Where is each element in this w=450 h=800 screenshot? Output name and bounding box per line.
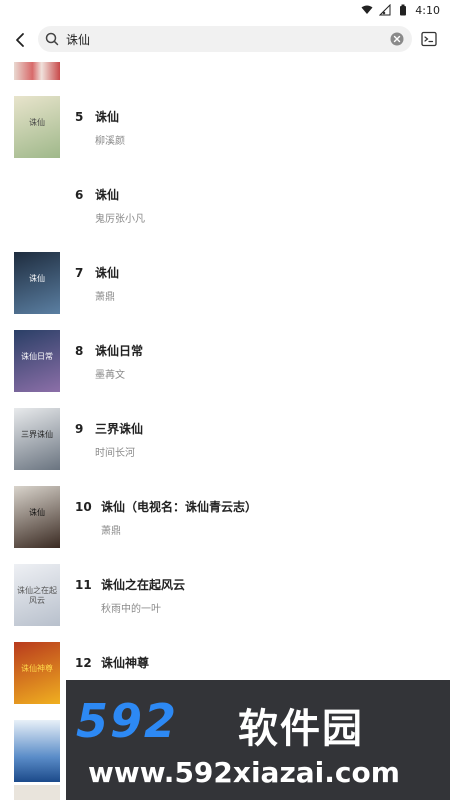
book-title: 诛仙	[95, 266, 120, 280]
terminal-icon[interactable]	[420, 30, 438, 48]
rank-number: 8	[75, 344, 84, 358]
status-time: 4:10	[415, 3, 440, 17]
book-cover: 诛仙	[14, 96, 60, 158]
partial-book-cover	[14, 785, 60, 800]
list-item[interactable]: 诛仙 10 诛仙（电视名：诛仙青云志） 萧鼎	[0, 486, 450, 550]
book-cover: 诛仙之在起风云	[14, 564, 60, 626]
book-cover: 诛仙	[14, 486, 60, 548]
book-cover: 诛仙神尊	[14, 642, 60, 704]
watermark-brand: 592	[76, 694, 179, 748]
watermark-name: 软件园	[238, 706, 364, 752]
book-cover: 诛仙日常	[14, 330, 60, 392]
rank-number: 10	[75, 500, 92, 514]
watermark-url: www.592xiazai.com	[88, 756, 400, 789]
rank-number: 9	[75, 422, 84, 436]
book-cover: 三界诛仙	[14, 408, 60, 470]
search-icon	[45, 32, 59, 46]
book-author: 鬼厉张小凡	[95, 214, 145, 225]
book-author: 萧鼎	[95, 292, 115, 303]
rank-number: 5	[75, 110, 84, 124]
book-title: 诛仙之在起风云	[101, 578, 186, 592]
list-item[interactable]: 诛仙 5 诛仙 柳溪颜	[0, 96, 450, 160]
book-title: 诛仙（电视名：诛仙青云志）	[101, 500, 258, 514]
book-author: 柳溪颜	[95, 136, 125, 147]
back-arrow-icon[interactable]	[10, 28, 32, 52]
partial-book-cover[interactable]	[14, 62, 60, 80]
search-input[interactable]	[66, 29, 366, 49]
clear-icon[interactable]	[390, 32, 404, 46]
rank-number: 12	[75, 656, 92, 670]
list-item[interactable]: 6 诛仙 鬼厉张小凡	[0, 174, 450, 238]
book-title: 三界诛仙	[95, 422, 144, 436]
search-field[interactable]	[38, 26, 412, 52]
book-cover	[14, 720, 60, 782]
book-author: 时间长河	[95, 448, 135, 459]
list-item[interactable]: 诛仙之在起风云 11 诛仙之在起风云 秋雨中的一叶	[0, 564, 450, 628]
list-item[interactable]: 诛仙日常 8 诛仙日常 墨苒文	[0, 330, 450, 394]
signal-icon	[379, 4, 391, 16]
book-title: 诛仙	[95, 188, 120, 202]
book-author: 墨苒文	[95, 370, 125, 381]
book-title: 诛仙	[95, 110, 120, 124]
book-title: 诛仙神尊	[101, 656, 150, 670]
list-item[interactable]: 三界诛仙 9 三界诛仙 时间长河	[0, 408, 450, 472]
book-author: 萧鼎	[101, 526, 121, 537]
wifi-icon	[361, 5, 373, 14]
battery-icon	[400, 4, 407, 16]
search-bar	[0, 24, 450, 56]
rank-number: 7	[75, 266, 84, 280]
list-item[interactable]: 诛仙 7 诛仙 萧鼎	[0, 252, 450, 316]
status-bar: 4:10	[0, 0, 450, 20]
rank-number: 6	[75, 188, 84, 202]
book-cover: 诛仙	[14, 252, 60, 314]
watermark-banner: 592 软件园 www.592xiazai.com	[66, 680, 450, 800]
book-title: 诛仙日常	[95, 344, 144, 358]
book-cover	[14, 174, 60, 236]
book-author: 秋雨中的一叶	[101, 604, 161, 615]
rank-number: 11	[75, 578, 92, 592]
